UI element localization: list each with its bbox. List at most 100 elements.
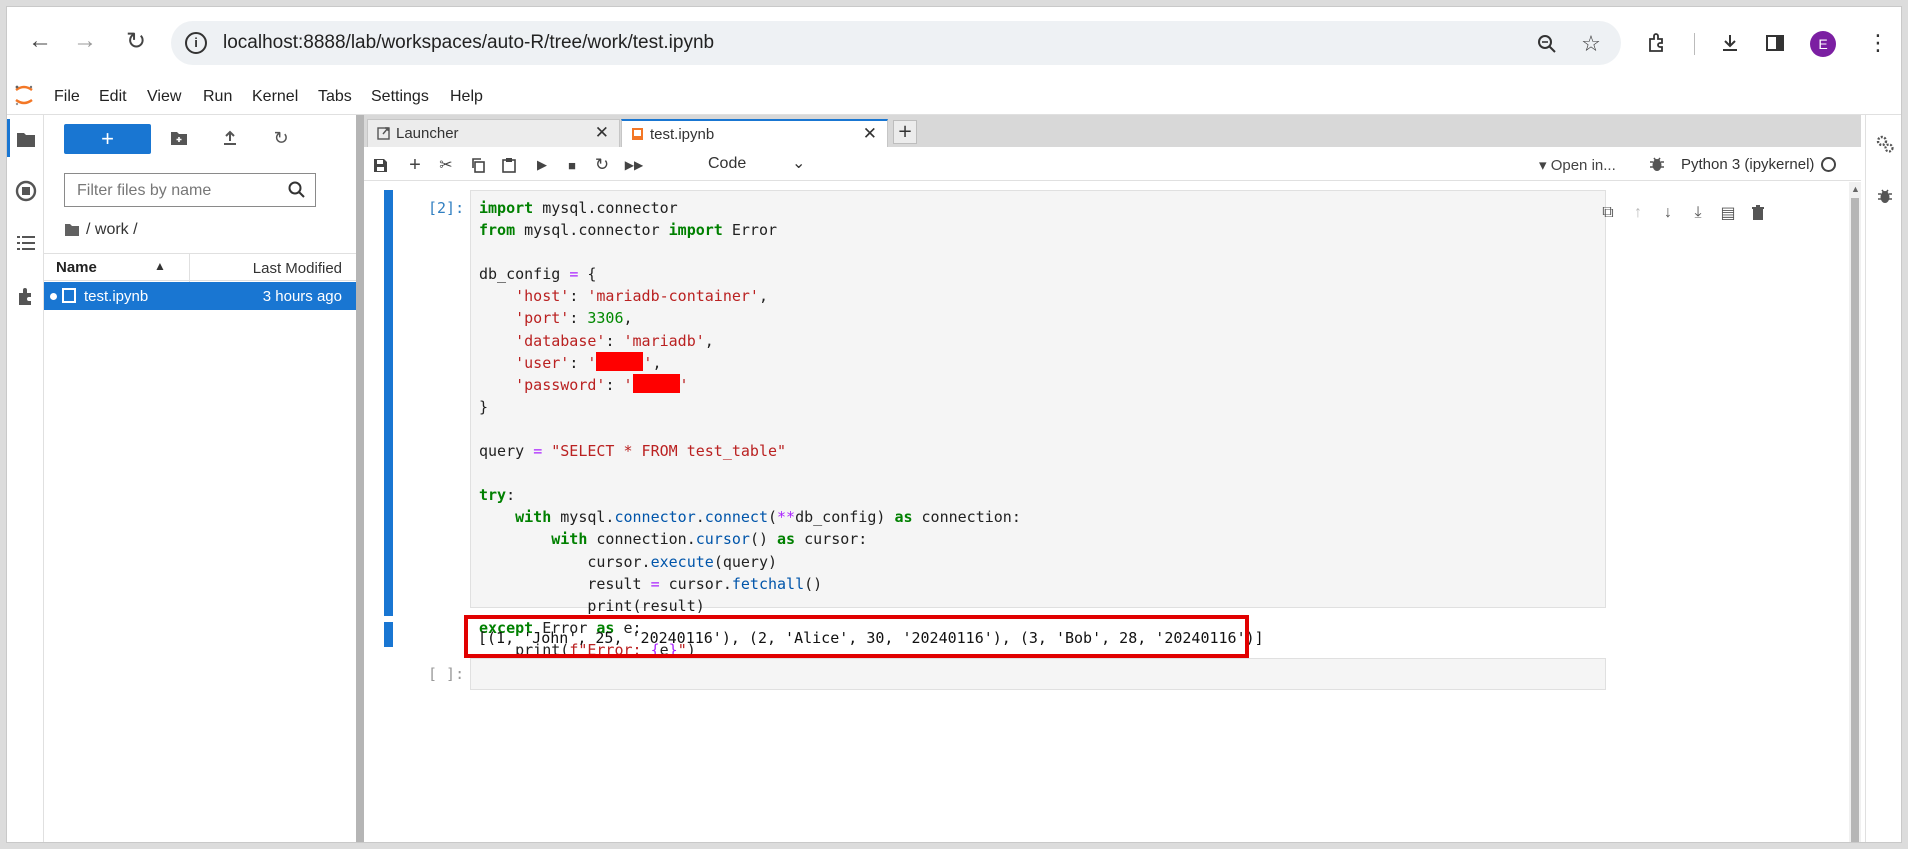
input-prompt: [ ]:	[428, 665, 465, 683]
restart-run-all-icon[interactable]: ▶▶	[623, 154, 645, 176]
file-list-header: Name ▲ Last Modified	[44, 253, 356, 282]
profile-avatar[interactable]: E	[1810, 31, 1836, 57]
redacted-password	[632, 373, 680, 393]
breadcrumb-folder-icon	[65, 224, 79, 236]
scroll-up-icon[interactable]: ▲	[1851, 184, 1860, 194]
duplicate-cell-icon[interactable]: ⧉	[1597, 202, 1619, 224]
restart-icon[interactable]: ↻	[591, 154, 613, 176]
breadcrumb-path[interactable]: / work /	[86, 221, 138, 239]
insert-below-icon[interactable]: ▤	[1717, 202, 1739, 224]
output-collapser[interactable]	[384, 622, 393, 647]
add-tab-button[interactable]: +	[893, 120, 917, 144]
toolbar-divider	[1694, 33, 1695, 55]
refresh-icon[interactable]: ↻	[268, 125, 294, 151]
output-highlight-box	[464, 615, 1249, 658]
download-icon[interactable]	[1714, 27, 1746, 59]
debugger-bug-icon[interactable]	[1648, 155, 1666, 173]
file-modified: 3 hours ago	[262, 288, 342, 305]
side-panel-icon[interactable]	[1759, 27, 1791, 59]
menu-run[interactable]: Run	[203, 88, 232, 106]
notebook-icon	[632, 128, 643, 140]
property-inspector-gears-icon[interactable]	[1874, 133, 1896, 155]
delete-cell-icon[interactable]	[1747, 202, 1769, 224]
column-name[interactable]: Name	[56, 259, 97, 276]
file-name[interactable]: test.ipynb	[84, 288, 148, 305]
right-activity-bar	[1865, 115, 1901, 842]
copy-icon[interactable]	[467, 154, 489, 176]
notebook-scrollbar[interactable]: ▲	[1849, 182, 1861, 842]
address-bar[interactable]: i localhost:8888/lab/workspaces/auto-R/t…	[171, 21, 1621, 65]
run-icon[interactable]: ▶	[531, 154, 553, 176]
insert-above-icon[interactable]: ⤓	[1687, 202, 1709, 224]
jupyterlab-workarea: + ↻ Filter files by name / work / Name ▲…	[7, 115, 1901, 842]
url-text[interactable]: localhost:8888/lab/workspaces/auto-R/tre…	[223, 32, 714, 54]
scroll-thumb[interactable]	[1851, 198, 1859, 842]
empty-code-editor[interactable]	[470, 658, 1606, 690]
cut-icon[interactable]: ✂	[435, 154, 457, 176]
reload-icon[interactable]: ↻	[118, 23, 154, 59]
notebook-file-icon	[62, 288, 76, 303]
open-in-button[interactable]: ▾ Open in...	[1539, 156, 1616, 174]
extension-manager-icon[interactable]	[14, 285, 38, 309]
forward-arrow-icon[interactable]: →	[67, 23, 103, 59]
more-menu-icon[interactable]: ⋮	[1862, 27, 1894, 59]
menu-file[interactable]: File	[54, 88, 80, 106]
table-of-contents-icon[interactable]	[14, 231, 38, 255]
running-indicator-dot	[50, 293, 57, 300]
back-arrow-icon[interactable]: ←	[22, 23, 58, 59]
upload-icon[interactable]	[217, 125, 243, 151]
menu-help[interactable]: Help	[450, 88, 483, 106]
cell-type-select[interactable]: Code	[708, 155, 746, 173]
filter-files-input[interactable]: Filter files by name	[64, 173, 316, 207]
file-row[interactable]: test.ipynb 3 hours ago	[44, 282, 356, 310]
code-text[interactable]: import mysql.connector from mysql.connec…	[479, 197, 1021, 661]
active-indicator	[7, 119, 10, 157]
code-editor[interactable]: import mysql.connector from mysql.connec…	[470, 190, 1606, 659]
tab-label: test.ipynb	[650, 126, 715, 143]
site-info-icon[interactable]: i	[185, 32, 207, 54]
chevron-down-icon[interactable]: ⌄	[792, 153, 805, 173]
panel-splitter[interactable]	[356, 115, 364, 842]
jupyter-menubar: File Edit View Run Kernel Tabs Settings …	[7, 77, 1901, 115]
kernel-status-icon	[1821, 157, 1836, 172]
dock-tab-bar: Launcher ✕ test.ipynb ✕ +	[364, 115, 1861, 147]
extensions-icon[interactable]	[1641, 27, 1673, 59]
save-icon[interactable]	[369, 154, 391, 176]
cell-collapser[interactable]	[384, 190, 393, 616]
left-activity-bar	[7, 115, 44, 842]
file-browser: + ↻ Filter files by name / work / Name ▲…	[44, 115, 356, 842]
menu-settings[interactable]: Settings	[371, 88, 429, 106]
folder-icon[interactable]	[14, 127, 38, 151]
breadcrumb[interactable]: / work /	[64, 221, 138, 239]
zoom-icon[interactable]	[1532, 29, 1562, 59]
notebook-toolbar: + ✂ ▶ ■ ↻ ▶▶ Code ⌄ ▾ Open in... Python …	[364, 147, 1861, 181]
column-last-modified[interactable]: Last Modified	[253, 260, 342, 277]
close-icon[interactable]: ✕	[595, 123, 609, 143]
menu-edit[interactable]: Edit	[99, 88, 127, 106]
close-icon[interactable]: ✕	[863, 124, 877, 144]
jupyter-logo-icon	[15, 85, 33, 106]
tab-notebook[interactable]: test.ipynb ✕	[621, 119, 888, 147]
stop-icon[interactable]: ■	[561, 154, 583, 176]
search-icon	[288, 181, 305, 198]
menu-kernel[interactable]: Kernel	[252, 88, 298, 106]
debugger-icon[interactable]	[1874, 185, 1896, 207]
kernel-name[interactable]: Python 3 (ipykernel)	[1681, 156, 1814, 173]
move-up-icon[interactable]: ↑	[1627, 202, 1649, 224]
bookmark-star-icon[interactable]: ☆	[1576, 29, 1606, 59]
sort-ascending-icon: ▲	[154, 259, 166, 273]
tab-launcher[interactable]: Launcher ✕	[367, 119, 620, 147]
launcher-icon	[377, 127, 390, 140]
move-down-icon[interactable]: ↓	[1657, 202, 1679, 224]
redacted-user	[596, 351, 644, 371]
browser-toolbar: ← → ↻ i localhost:8888/lab/workspaces/au…	[7, 7, 1901, 77]
paste-icon[interactable]	[498, 154, 520, 176]
menu-tabs[interactable]: Tabs	[318, 88, 352, 106]
menu-view[interactable]: View	[147, 88, 181, 106]
input-prompt: [2]:	[428, 199, 465, 217]
insert-cell-icon[interactable]: +	[404, 154, 426, 176]
new-launcher-button[interactable]: +	[64, 124, 151, 154]
running-stop-icon[interactable]	[14, 179, 38, 203]
tab-label: Launcher	[396, 125, 459, 142]
new-folder-icon[interactable]	[166, 125, 192, 151]
